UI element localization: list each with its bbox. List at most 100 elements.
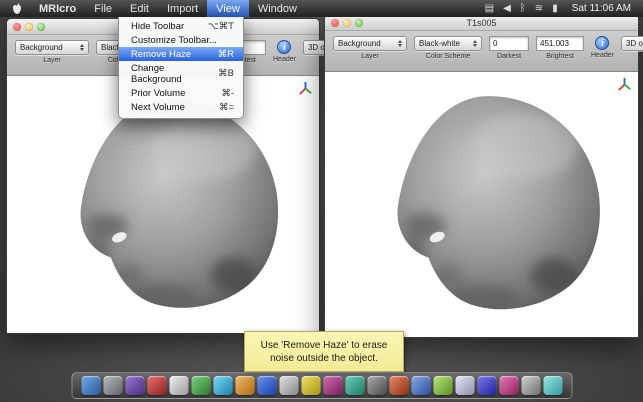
dock-app-icon-16[interactable] (411, 376, 430, 395)
menu-import[interactable]: Import (158, 0, 207, 17)
header-label: Header (591, 52, 614, 59)
popup-arrows-icon (80, 44, 84, 51)
orientation-axes-icon[interactable] (617, 77, 632, 92)
zoom-button[interactable] (355, 18, 363, 27)
view-mode-value: 3D only (625, 39, 643, 48)
wifi-icon[interactable]: ≋ (535, 3, 543, 14)
dock-app-icon-5[interactable] (169, 376, 188, 395)
dock-app-icon-22[interactable] (543, 376, 562, 395)
dock-app-icon-18[interactable] (455, 376, 474, 395)
color-scheme-value: Black-white (419, 39, 460, 48)
mricro-window-right: T1s005 Background Layer Black-white Colo… (324, 14, 643, 338)
helper-note-line1: Use 'Remove Haze' to erase (260, 339, 388, 351)
orientation-axes-icon[interactable] (298, 81, 313, 96)
darkest-field[interactable]: 0 (489, 36, 529, 51)
dock-app-icon-17[interactable] (433, 376, 452, 395)
menu-item-label: Next Volume (131, 101, 185, 113)
header-info-button[interactable]: i (595, 36, 610, 50)
darkest-label: Darkest (496, 53, 522, 60)
menu-item-customize-toolbar[interactable]: Customize Toolbar... (119, 33, 243, 47)
menu-item-shortcut: ⌘= (218, 101, 234, 113)
helper-note: Use 'Remove Haze' to erase noise outside… (244, 331, 404, 372)
dock-app-icon-7[interactable] (213, 376, 232, 395)
close-button[interactable] (331, 18, 339, 27)
layer-select-value: Background (20, 43, 63, 52)
menu-item-label: Remove Haze (131, 48, 192, 60)
menu-item-shortcut: ⌘- (221, 87, 234, 99)
dock-app-icon-14[interactable] (367, 376, 386, 395)
desktop: MRIcro File Edit Import View Window ▤ ◀ ᛒ ≋… (0, 0, 643, 402)
layer-select[interactable]: Background (333, 36, 407, 51)
menu-item-shortcut: ⌘R (217, 48, 234, 60)
layer-label: Layer (361, 53, 379, 60)
right-window-title: T1s005 (466, 17, 497, 28)
minimize-button[interactable] (343, 18, 351, 27)
dock-app-icon-11[interactable] (301, 376, 320, 395)
dock-app-icon-1[interactable] (81, 376, 100, 395)
dock-app-icon-6[interactable] (191, 376, 210, 395)
menu-window[interactable]: Window (249, 0, 306, 17)
menu-item-hide-toolbar[interactable]: Hide Toolbar ⌥⌘T (119, 19, 243, 33)
menu-item-change-background[interactable]: Change Background ⌘B (119, 61, 243, 86)
popup-arrows-icon (398, 40, 402, 47)
minimize-button[interactable] (25, 22, 33, 31)
darkest-value: 0 (493, 39, 498, 48)
color-scheme-select[interactable]: Black-white (414, 36, 482, 51)
volume-icon[interactable]: ◀ (503, 3, 511, 14)
dock-app-icon-19[interactable] (477, 376, 496, 395)
popup-arrows-icon (473, 40, 477, 47)
menu-view[interactable]: View (207, 0, 249, 17)
menu-item-label: Change Background (131, 62, 182, 85)
dock-app-icon-21[interactable] (521, 376, 540, 395)
battery-icon[interactable]: ▮ (552, 3, 558, 14)
right-window-toolbar: Background Layer Black-white Color Schem… (325, 31, 643, 72)
menu-item-label: Customize Toolbar... (131, 34, 217, 46)
dock-app-icon-2[interactable] (103, 376, 122, 395)
apple-menu-icon[interactable] (4, 0, 30, 17)
view-mode-select[interactable]: 3D only (620, 36, 643, 51)
menu-bar-clock[interactable]: Sat 11:06 AM (564, 0, 639, 17)
menu-item-label: Hide Toolbar (131, 20, 185, 32)
dock-app-icon-8[interactable] (235, 376, 254, 395)
menu-item-shortcut: ⌥⌘T (207, 20, 234, 32)
menu-item-prior-volume[interactable]: Prior Volume ⌘- (119, 86, 243, 100)
view-menu-dropdown: Hide Toolbar ⌥⌘T Customize Toolbar... Re… (118, 17, 244, 119)
bluetooth-icon[interactable]: ᛒ (520, 3, 526, 14)
brightest-label: Brightest (546, 53, 574, 60)
right-render-view[interactable] (325, 73, 638, 337)
menu-item-label: Prior Volume (131, 87, 186, 99)
menu-item-shortcut: ⌘B (218, 68, 234, 79)
left-window-controls (13, 22, 45, 31)
menu-item-remove-haze[interactable]: Remove Haze ⌘R (119, 47, 243, 61)
dock-app-icon-3[interactable] (125, 376, 144, 395)
menu-bar-spacer (306, 0, 485, 17)
layer-label: Layer (43, 57, 61, 64)
header-info-button[interactable]: i (277, 40, 292, 54)
menu-file[interactable]: File (85, 0, 121, 17)
dock-app-icon-15[interactable] (389, 376, 408, 395)
display-icon[interactable]: ▤ (485, 3, 494, 14)
skull-render-image (27, 85, 299, 329)
header-label: Header (273, 56, 296, 63)
brightest-value: 451.003 (540, 39, 569, 48)
helper-note-line2: noise outside the object. (270, 352, 378, 364)
dock-app-icon-9[interactable] (257, 376, 276, 395)
layer-select[interactable]: Background (15, 40, 89, 55)
dock-app-icon-4[interactable] (147, 376, 166, 395)
menu-mricro[interactable]: MRIcro (30, 0, 85, 17)
menu-item-next-volume[interactable]: Next Volume ⌘= (119, 100, 243, 114)
dock-app-icon-10[interactable] (279, 376, 298, 395)
close-button[interactable] (13, 22, 21, 31)
dock-app-icon-12[interactable] (323, 376, 342, 395)
skull-render-image (344, 81, 620, 331)
menu-bar: MRIcro File Edit Import View Window ▤ ◀ ᛒ ≋… (0, 0, 643, 17)
color-scheme-label: Color Scheme (425, 53, 471, 60)
brightest-field[interactable]: 451.003 (536, 36, 584, 51)
dock-app-icon-20[interactable] (499, 376, 518, 395)
menu-edit[interactable]: Edit (121, 0, 158, 17)
right-window-controls (331, 18, 363, 27)
right-window-title-bar[interactable]: T1s005 (325, 15, 638, 31)
menu-bar-status-icons: ▤ ◀ ᛒ ≋ ▮ (485, 0, 558, 17)
dock-app-icon-13[interactable] (345, 376, 364, 395)
zoom-button[interactable] (37, 22, 45, 31)
